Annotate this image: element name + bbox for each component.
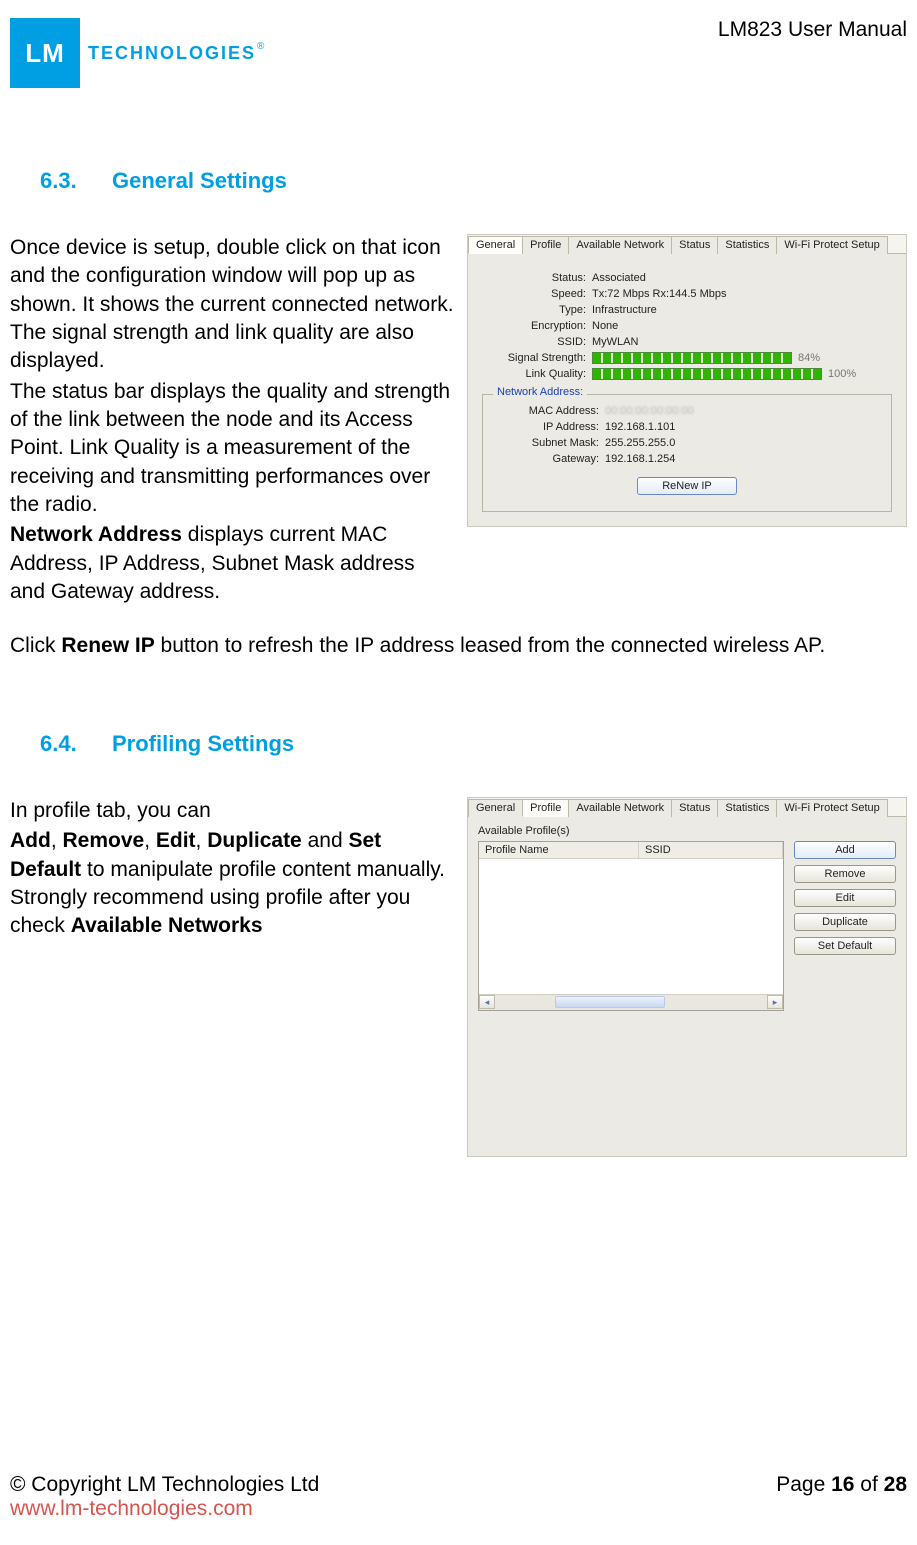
section-63-para4: Click Renew IP button to refresh the IP …: [10, 632, 907, 660]
footer-copyright: © Copyright LM Technologies Ltd: [10, 1473, 319, 1497]
label-signal-strength: Signal Strength:: [482, 352, 592, 364]
value-gateway: 192.168.1.254: [605, 453, 879, 465]
section-64-line1: In profile tab, you can: [10, 797, 455, 825]
value-ip: 192.168.1.101: [605, 421, 879, 433]
col-profile-name[interactable]: Profile Name: [479, 842, 639, 858]
scroll-left-icon[interactable]: ◂: [479, 995, 495, 1009]
add-button[interactable]: Add: [794, 841, 896, 859]
section-63-title: General Settings: [112, 168, 287, 193]
label-type: Type:: [482, 304, 592, 316]
section-64-body: In profile tab, you can Add, Remove, Edi…: [10, 797, 455, 943]
value-subnet: 255.255.255.0: [605, 437, 879, 449]
profile-button-column: Add Remove Edit Duplicate Set Default: [794, 841, 896, 1011]
label-encryption: Encryption:: [482, 320, 592, 332]
tab-general[interactable]: General: [468, 236, 523, 254]
profile-list-hscroll[interactable]: ◂ ▸: [479, 994, 783, 1010]
label-ip: IP Address:: [495, 421, 605, 433]
available-profiles-label: Available Profile(s): [478, 825, 896, 837]
tab2-general[interactable]: General: [468, 799, 523, 817]
value-encryption: None: [592, 320, 892, 332]
profile-listbox[interactable]: Profile Name SSID ◂ ▸: [478, 841, 784, 1011]
tab-status[interactable]: Status: [671, 236, 718, 254]
set-default-button[interactable]: Set Default: [794, 937, 896, 955]
profile-list-header: Profile Name SSID: [479, 842, 783, 859]
general-settings-panel: General Profile Available Network Status…: [467, 234, 907, 527]
tab-statistics[interactable]: Statistics: [717, 236, 777, 254]
edit-button[interactable]: Edit: [794, 889, 896, 907]
label-link-quality: Link Quality:: [482, 368, 592, 380]
label-status: Status:: [482, 272, 592, 284]
registered-icon: ®: [257, 41, 264, 52]
profile-settings-panel: General Profile Available Network Status…: [467, 797, 907, 1157]
value-signal-strength: 84%: [592, 352, 892, 364]
section-64-number: 6.4.: [40, 731, 112, 757]
page-header: LM TECHNOLOGIES® LM823 User Manual: [10, 0, 907, 88]
signal-strength-bar-icon: [592, 352, 792, 364]
tab-profile[interactable]: Profile: [522, 236, 569, 254]
section-63-para1: Once device is setup, double click on th…: [10, 234, 455, 376]
label-speed: Speed:: [482, 288, 592, 300]
duplicate-button[interactable]: Duplicate: [794, 913, 896, 931]
section-64-title: Profiling Settings: [112, 731, 294, 756]
remove-button[interactable]: Remove: [794, 865, 896, 883]
footer-url-link[interactable]: www.lm-technologies.com: [10, 1497, 253, 1520]
link-quality-bar-icon: [592, 368, 822, 380]
section-63-para2: The status bar displays the quality and …: [10, 378, 455, 520]
section-63-para3: Network Address displays current MAC Add…: [10, 521, 455, 606]
logo-wordmark: TECHNOLOGIES: [88, 43, 256, 63]
scroll-right-icon[interactable]: ▸: [767, 995, 783, 1009]
footer-page-number: Page 16 of 28: [776, 1473, 907, 1521]
label-mac: MAC Address:: [495, 405, 605, 417]
profile-list-body[interactable]: [479, 859, 783, 994]
label-subnet: Subnet Mask:: [495, 437, 605, 449]
col-ssid[interactable]: SSID: [639, 842, 783, 858]
profile-tabstrip: General Profile Available Network Status…: [468, 798, 906, 817]
value-status: Associated: [592, 272, 892, 284]
general-tabstrip: General Profile Available Network Status…: [468, 235, 906, 254]
section-63-body: Once device is setup, double click on th…: [10, 234, 455, 608]
label-ssid: SSID:: [482, 336, 592, 348]
value-link-quality: 100%: [592, 368, 892, 380]
value-speed: Tx:72 Mbps Rx:144.5 Mbps: [592, 288, 892, 300]
tab2-available-network[interactable]: Available Network: [568, 799, 672, 817]
network-address-legend: Network Address:: [493, 386, 587, 398]
tab2-status[interactable]: Status: [671, 799, 718, 817]
tab-wifi-protect-setup[interactable]: Wi-Fi Protect Setup: [776, 236, 887, 254]
value-mac: 00:00:00:00:00:00: [605, 405, 879, 417]
page-footer: © Copyright LM Technologies Ltd www.lm-t…: [10, 1473, 907, 1521]
tab2-profile[interactable]: Profile: [522, 799, 569, 817]
logo-square-icon: LM: [10, 18, 80, 88]
section-63-number: 6.3.: [40, 168, 112, 194]
value-type: Infrastructure: [592, 304, 892, 316]
renew-ip-button[interactable]: ReNew IP: [637, 477, 737, 495]
section-64-heading: 6.4.Profiling Settings: [40, 731, 907, 757]
document-title: LM823 User Manual: [718, 18, 907, 42]
label-gateway: Gateway:: [495, 453, 605, 465]
tab2-statistics[interactable]: Statistics: [717, 799, 777, 817]
scroll-thumb[interactable]: [555, 996, 665, 1008]
section-63-heading: 6.3.General Settings: [40, 168, 907, 194]
value-ssid: MyWLAN: [592, 336, 892, 348]
tab-available-network[interactable]: Available Network: [568, 236, 672, 254]
tab2-wifi-protect-setup[interactable]: Wi-Fi Protect Setup: [776, 799, 887, 817]
section-64-line2: Add, Remove, Edit, Duplicate and Set Def…: [10, 827, 455, 940]
network-address-group: Network Address: MAC Address:00:00:00:00…: [482, 394, 892, 512]
logo: LM TECHNOLOGIES®: [10, 18, 263, 88]
